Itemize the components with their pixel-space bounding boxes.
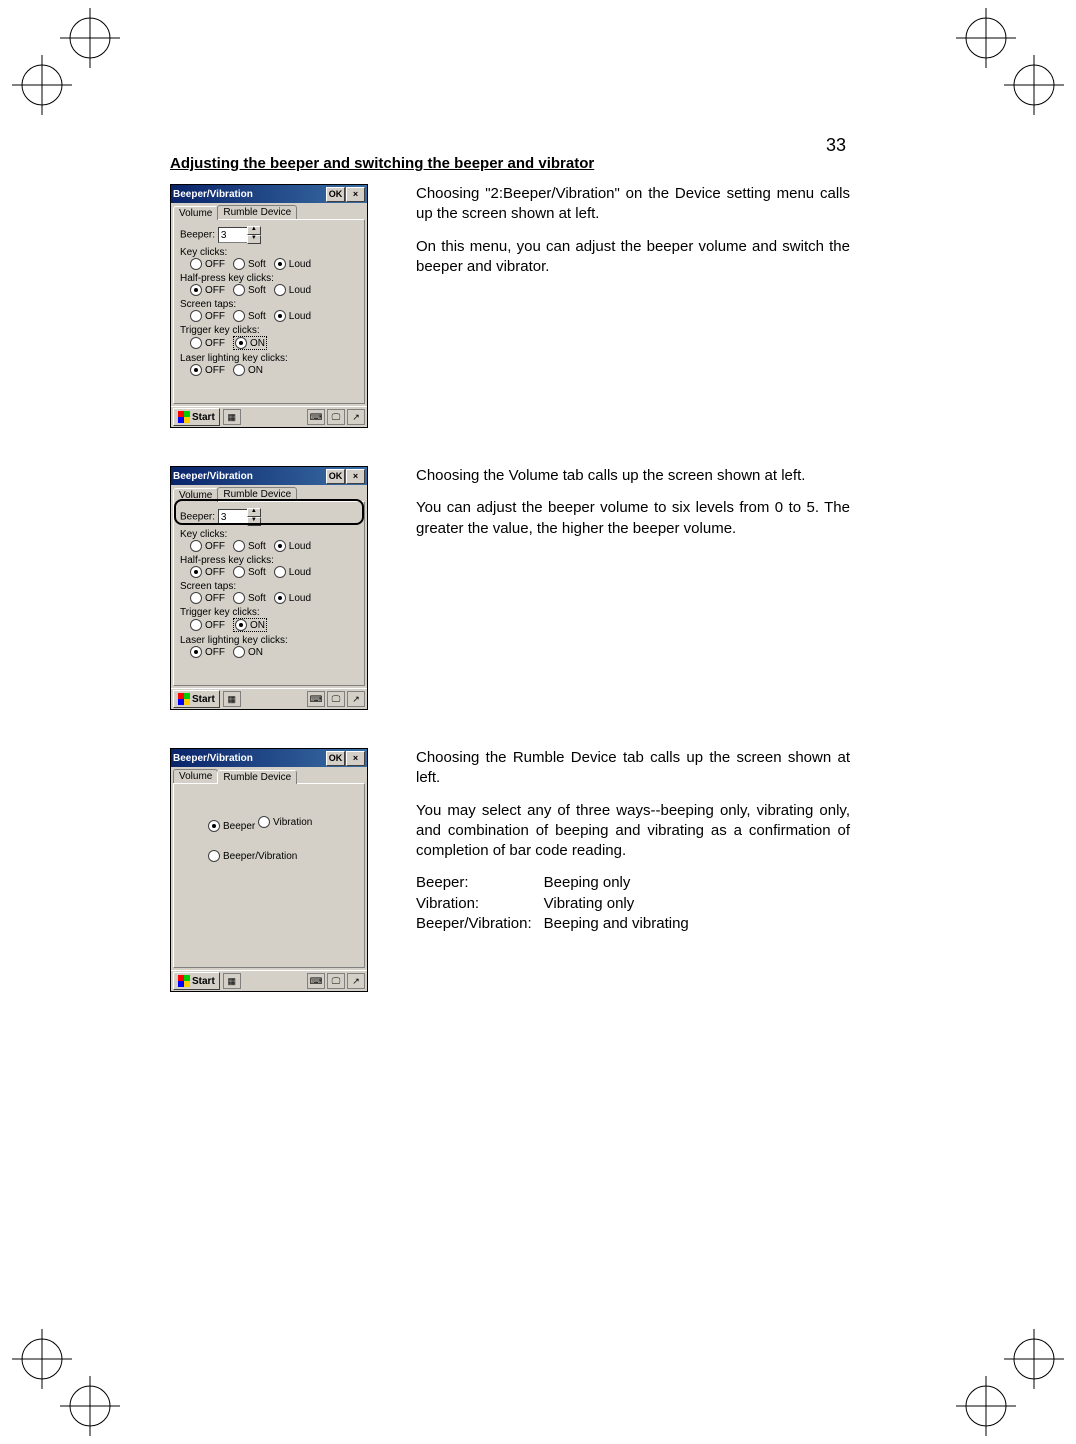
screenshot-rumble-tab: Beeper/Vibration OK × Volume Rumble Devi… — [170, 748, 368, 992]
spinner-down-icon[interactable]: ▼ — [247, 517, 261, 526]
radio-laser-on[interactable]: ON — [233, 646, 263, 658]
window-title: Beeper/Vibration — [173, 189, 253, 200]
tab-rumble-device[interactable]: Rumble Device — [217, 487, 297, 501]
group-trigger: Trigger key clicks: — [180, 325, 358, 336]
group-key-clicks: Key clicks: — [180, 529, 358, 540]
beeper-label: Beeper: — [180, 512, 215, 523]
tab-rumble-device[interactable]: Rumble Device — [217, 205, 297, 219]
desktop-tray-icon[interactable]: 🖵 — [327, 409, 345, 425]
paragraph: Choosing the Volume tab calls up the scr… — [416, 466, 850, 486]
window-title: Beeper/Vibration — [173, 471, 253, 482]
radio-half-soft[interactable]: Soft — [233, 284, 266, 296]
beeper-value-input[interactable] — [218, 227, 248, 243]
group-laser: Laser lighting key clicks: — [180, 635, 358, 646]
start-button[interactable]: Start — [173, 972, 220, 990]
crop-mark-icon — [60, 1376, 120, 1436]
group-screen-taps: Screen taps: — [180, 299, 358, 310]
group-half-press: Half-press key clicks: — [180, 273, 358, 284]
taskbar-app-icon[interactable]: ▦ — [223, 409, 241, 425]
sip-tray-icon[interactable]: ↗ — [347, 691, 365, 707]
ok-button[interactable]: OK — [326, 187, 345, 202]
radio-screen-off[interactable]: OFF — [190, 310, 225, 322]
desktop-tray-icon[interactable]: 🖵 — [327, 691, 345, 707]
radio-screen-loud[interactable]: Loud — [274, 310, 311, 322]
screenshot-volume-highlighted: Beeper/Vibration OK × Volume Rumble Devi… — [170, 466, 368, 710]
start-button[interactable]: Start — [173, 690, 220, 708]
close-button[interactable]: × — [346, 469, 365, 484]
sip-tray-icon[interactable]: ↗ — [347, 973, 365, 989]
section-title: Adjusting the beeper and switching the b… — [170, 155, 850, 172]
taskbar-app-icon[interactable]: ▦ — [223, 691, 241, 707]
crop-mark-icon — [12, 55, 72, 115]
paragraph: Choosing "2:Beeper/Vibration" on the Dev… — [416, 184, 850, 225]
radio-half-soft[interactable]: Soft — [233, 566, 266, 578]
keyboard-tray-icon[interactable]: ⌨ — [307, 409, 325, 425]
beeper-label: Beeper: — [180, 230, 215, 241]
radio-rumble-beeper[interactable]: Beeper — [208, 820, 255, 832]
crop-mark-icon — [1004, 55, 1064, 115]
spinner-up-icon[interactable]: ▲ — [247, 508, 261, 517]
paragraph: On this menu, you can adjust the beeper … — [416, 237, 850, 278]
desktop-tray-icon[interactable]: 🖵 — [327, 973, 345, 989]
group-laser: Laser lighting key clicks: — [180, 353, 358, 364]
paragraph: You may select any of three ways--beepin… — [416, 801, 850, 862]
radio-key-off[interactable]: OFF — [190, 540, 225, 552]
spinner-down-icon[interactable]: ▼ — [247, 235, 261, 244]
radio-trigger-on[interactable]: ON — [233, 618, 267, 632]
paragraph: Choosing the Rumble Device tab calls up … — [416, 748, 850, 789]
beeper-value-input[interactable] — [218, 509, 248, 525]
keyboard-tray-icon[interactable]: ⌨ — [307, 973, 325, 989]
group-key-clicks: Key clicks: — [180, 247, 358, 258]
radio-key-off[interactable]: OFF — [190, 258, 225, 270]
start-button[interactable]: Start — [173, 408, 220, 426]
definition-list: Beeper:Beeping only Vibration:Vibrating … — [416, 873, 701, 934]
sip-tray-icon[interactable]: ↗ — [347, 409, 365, 425]
radio-trigger-off[interactable]: OFF — [190, 337, 225, 349]
radio-trigger-off[interactable]: OFF — [190, 619, 225, 631]
radio-laser-on[interactable]: ON — [233, 364, 263, 376]
radio-half-loud[interactable]: Loud — [274, 284, 311, 296]
tab-volume[interactable]: Volume — [173, 488, 218, 502]
windows-flag-icon — [178, 975, 190, 987]
radio-screen-soft[interactable]: Soft — [233, 310, 266, 322]
radio-half-off[interactable]: OFF — [190, 566, 225, 578]
radio-key-soft[interactable]: Soft — [233, 258, 266, 270]
group-screen-taps: Screen taps: — [180, 581, 358, 592]
radio-rumble-both[interactable]: Beeper/Vibration — [208, 850, 297, 862]
radio-screen-off[interactable]: OFF — [190, 592, 225, 604]
close-button[interactable]: × — [346, 751, 365, 766]
window-title: Beeper/Vibration — [173, 753, 253, 764]
close-button[interactable]: × — [346, 187, 365, 202]
windows-flag-icon — [178, 693, 190, 705]
tab-volume[interactable]: Volume — [173, 769, 218, 783]
radio-rumble-vibration[interactable]: Vibration — [258, 816, 312, 828]
ok-button[interactable]: OK — [326, 751, 345, 766]
tab-rumble-device[interactable]: Rumble Device — [217, 770, 297, 784]
paragraph: You can adjust the beeper volume to six … — [416, 498, 850, 539]
radio-key-loud[interactable]: Loud — [274, 540, 311, 552]
radio-key-loud[interactable]: Loud — [274, 258, 311, 270]
radio-half-loud[interactable]: Loud — [274, 566, 311, 578]
radio-half-off[interactable]: OFF — [190, 284, 225, 296]
crop-mark-icon — [956, 1376, 1016, 1436]
radio-screen-loud[interactable]: Loud — [274, 592, 311, 604]
screenshot-volume-tab: Beeper/Vibration OK × Volume Rumble Devi… — [170, 184, 368, 428]
radio-key-soft[interactable]: Soft — [233, 540, 266, 552]
windows-flag-icon — [178, 411, 190, 423]
ok-button[interactable]: OK — [326, 469, 345, 484]
taskbar-app-icon[interactable]: ▦ — [223, 973, 241, 989]
radio-screen-soft[interactable]: Soft — [233, 592, 266, 604]
keyboard-tray-icon[interactable]: ⌨ — [307, 691, 325, 707]
radio-trigger-on[interactable]: ON — [233, 336, 267, 350]
radio-laser-off[interactable]: OFF — [190, 364, 225, 376]
group-trigger: Trigger key clicks: — [180, 607, 358, 618]
spinner-up-icon[interactable]: ▲ — [247, 226, 261, 235]
tab-volume[interactable]: Volume — [173, 206, 218, 220]
radio-laser-off[interactable]: OFF — [190, 646, 225, 658]
group-half-press: Half-press key clicks: — [180, 555, 358, 566]
page-number: 33 — [826, 135, 846, 156]
